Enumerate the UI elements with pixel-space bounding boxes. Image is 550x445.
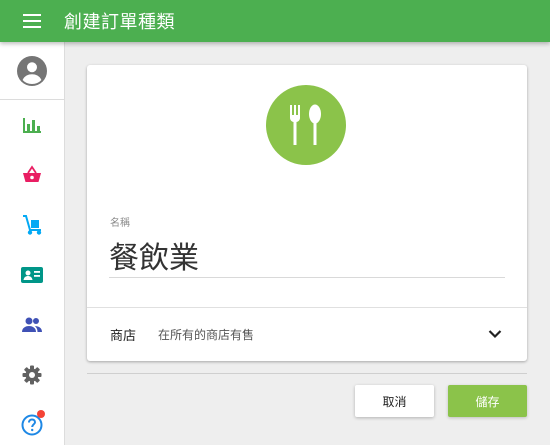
menu-button[interactable] bbox=[14, 3, 50, 39]
actions-divider bbox=[87, 373, 527, 374]
notification-badge bbox=[37, 410, 45, 418]
shopping-basket-icon bbox=[23, 165, 41, 182]
cancel-button[interactable]: 取消 bbox=[355, 385, 434, 417]
app-bar: 創建訂單種類 bbox=[0, 0, 550, 42]
restaurant-icon bbox=[290, 104, 321, 145]
name-input[interactable] bbox=[109, 228, 505, 278]
sidebar-item-reports[interactable] bbox=[0, 100, 64, 150]
page-title: 創建訂單種類 bbox=[64, 12, 175, 33]
order-type-card: 名稱 商店 在所有的商店有售 bbox=[87, 65, 527, 361]
sidebar-avatar[interactable] bbox=[0, 42, 64, 100]
menu-icon bbox=[23, 14, 41, 28]
sidebar-item-customers[interactable] bbox=[0, 250, 64, 300]
hand-truck-icon bbox=[23, 215, 42, 235]
store-selector[interactable]: 商店 在所有的商店有售 bbox=[87, 308, 527, 360]
account-circle-icon bbox=[17, 55, 47, 86]
category-icon-button[interactable] bbox=[266, 85, 346, 165]
bar-chart-icon bbox=[23, 118, 41, 133]
sidebar-item-inventory[interactable] bbox=[0, 200, 64, 250]
save-button[interactable]: 儲存 bbox=[448, 385, 527, 417]
name-field-label: 名稱 bbox=[110, 218, 130, 229]
store-value: 在所有的商店有售 bbox=[158, 327, 255, 342]
sidebar-item-sales[interactable] bbox=[0, 150, 64, 200]
people-icon bbox=[22, 317, 42, 332]
sidebar bbox=[0, 42, 65, 445]
chevron-down-icon bbox=[488, 330, 502, 339]
sidebar-item-employees[interactable] bbox=[0, 300, 64, 350]
settings-icon bbox=[22, 365, 42, 385]
store-expand-button[interactable] bbox=[485, 324, 505, 344]
sidebar-item-help[interactable] bbox=[0, 400, 64, 445]
store-label: 商店 bbox=[110, 328, 137, 344]
sidebar-item-settings[interactable] bbox=[0, 350, 64, 400]
contact-card-icon bbox=[21, 267, 43, 283]
